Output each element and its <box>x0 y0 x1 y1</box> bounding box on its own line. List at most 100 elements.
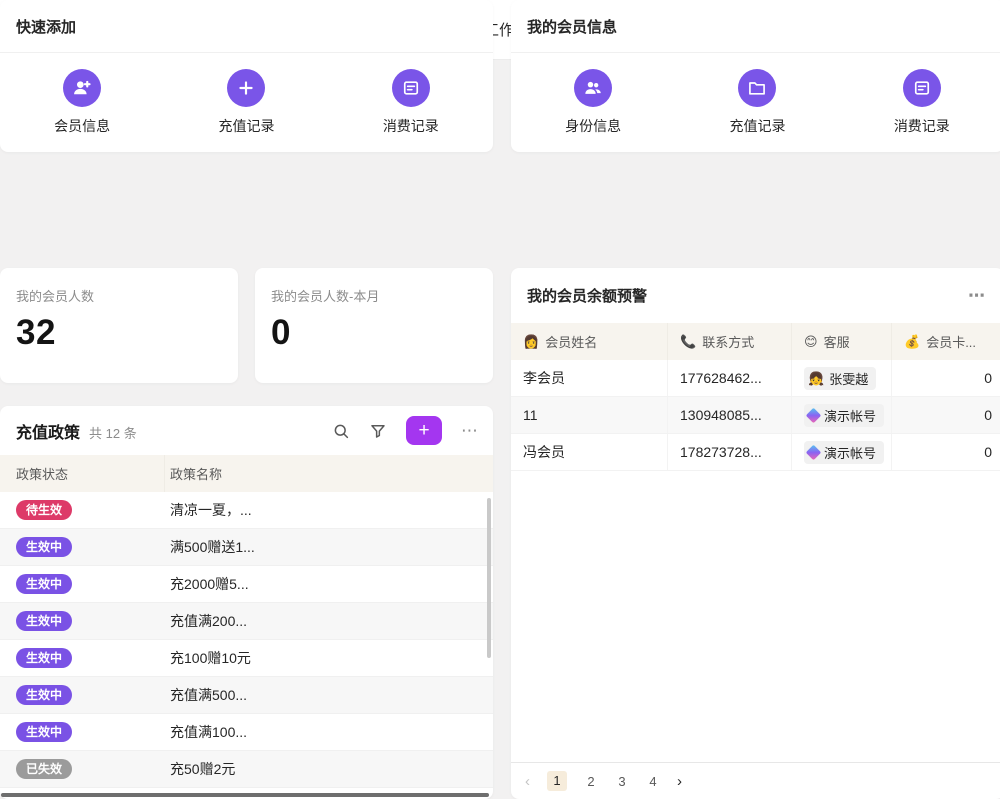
prev-page-button[interactable]: ‹ <box>525 773 530 790</box>
plus-icon <box>227 69 265 107</box>
quick-item-label: 身份信息 <box>565 116 621 136</box>
balance-table-header: 👩 会员姓名 📞 联系方式 😊 客服 💰 会员卡... <box>511 323 1000 360</box>
card-title: 我的会员信息 <box>527 16 617 37</box>
receipt-icon <box>903 69 941 107</box>
column-header-member-name: 👩 会员姓名 <box>511 323 668 360</box>
contact-cell: 177628462... <box>668 360 792 396</box>
agent-name: 张雯越 <box>829 369 868 388</box>
column-label: 会员姓名 <box>545 332 597 351</box>
quick-item-label: 充值记录 <box>729 116 785 136</box>
add-policy-button[interactable]: + <box>406 416 442 445</box>
column-header-agent: 😊 客服 <box>792 323 892 360</box>
page-4-button[interactable]: 4 <box>646 774 660 789</box>
policy-name: 充值满200... <box>165 603 493 639</box>
member-name-cell: 冯会员 <box>511 434 668 470</box>
stat-label: 我的会员人数-本月 <box>271 286 477 305</box>
status-badge: 已失效 <box>16 759 72 779</box>
contact-cell: 178273728... <box>668 434 792 470</box>
policy-name: 充2000赠5... <box>165 566 493 602</box>
search-icon <box>332 422 350 440</box>
member-recharge-record[interactable]: 充值记录 <box>729 69 785 136</box>
person-emoji-icon: 👩 <box>523 334 539 350</box>
card-title: 我的会员余额预警 <box>527 285 647 306</box>
policy-row[interactable]: 已失效 充50赠2元 <box>0 751 493 788</box>
table-footer-divider <box>511 762 1000 763</box>
horizontal-scrollbar[interactable] <box>1 793 489 797</box>
policy-row[interactable]: 生效中 充值满200... <box>0 603 493 640</box>
agent-cell: 👧 张雯越 <box>792 360 892 396</box>
policy-name: 充50赠2元 <box>165 751 493 787</box>
stat-value: 32 <box>16 313 222 353</box>
recharge-policy-card: 充值政策 共 12 条 + ⋯ 政策状态 政策名称 待生效 清凉一夏，... 生… <box>0 406 493 799</box>
member-info-card-header: 我的会员信息 <box>511 0 1000 53</box>
more-options-button[interactable]: ⋯ <box>461 422 479 439</box>
page-1-button[interactable]: 1 <box>547 771 567 791</box>
pagination: ‹ 1 2 3 4 › <box>525 771 682 791</box>
folder-icon <box>738 69 776 107</box>
member-identity-info[interactable]: 身份信息 <box>565 69 621 136</box>
balance-alert-card: 我的会员余额预警 ⋯ 👩 会员姓名 📞 联系方式 😊 客服 💰 会员卡... 李… <box>511 268 1000 799</box>
status-badge: 生效中 <box>16 611 72 631</box>
phone-emoji-icon: 📞 <box>680 334 696 350</box>
column-label: 联系方式 <box>702 332 754 351</box>
policy-row[interactable]: 生效中 满500赠送1... <box>0 529 493 566</box>
balance-cell: 0 <box>892 360 1000 396</box>
quick-add-consume-record[interactable]: 消费记录 <box>383 69 439 136</box>
status-badge: 生效中 <box>16 648 72 668</box>
agent-cell: 演示帐号 <box>792 434 892 470</box>
member-add-icon <box>63 69 101 107</box>
status-badge: 生效中 <box>16 537 72 557</box>
vertical-scrollbar[interactable] <box>487 498 491 658</box>
agent-tag: 👧 张雯越 <box>804 367 876 390</box>
filter-button[interactable] <box>369 422 387 440</box>
balance-table-row[interactable]: 冯会员 178273728... 演示帐号 0 <box>511 434 1000 471</box>
smiley-emoji-icon: 😊 <box>804 334 818 350</box>
quick-item-label: 消费记录 <box>383 116 439 136</box>
column-header-policy-name: 政策名称 <box>165 455 493 492</box>
policy-name: 清凉一夏，... <box>165 492 493 528</box>
customer-service-dashboard: 客服工作台 ⌄ 快速添加 会员信息 充值记录 <box>0 0 1000 799</box>
balance-cell: 0 <box>892 434 1000 470</box>
page-3-button[interactable]: 3 <box>615 774 629 789</box>
policy-name: 充100赠10元 <box>165 640 493 676</box>
stat-card-member-count-month: 我的会员人数-本月 0 <box>255 268 493 383</box>
column-header-contact: 📞 联系方式 <box>668 323 792 360</box>
next-page-button[interactable]: › <box>677 773 682 790</box>
contact-cell: 130948085... <box>668 397 792 433</box>
policy-row[interactable]: 生效中 充2000赠5... <box>0 566 493 603</box>
more-options-button[interactable]: ⋯ <box>968 287 986 304</box>
agent-tag: 演示帐号 <box>804 404 884 427</box>
quick-add-recharge-record[interactable]: 充值记录 <box>218 69 274 136</box>
stat-card-member-count: 我的会员人数 32 <box>0 268 238 383</box>
policy-toolbar: + ⋯ <box>332 416 479 445</box>
member-name-cell: 11 <box>511 397 668 433</box>
receipt-icon <box>392 69 430 107</box>
policy-row[interactable]: 生效中 充100赠10元 <box>0 640 493 677</box>
policy-table-header: 政策状态 政策名称 <box>0 455 493 492</box>
balance-table-row[interactable]: 李会员 177628462... 👧 张雯越 0 <box>511 360 1000 397</box>
card-title: 快速添加 <box>16 16 76 37</box>
recharge-policy-header: 充值政策 共 12 条 + ⋯ <box>0 406 493 455</box>
stat-label: 我的会员人数 <box>16 286 222 305</box>
quick-add-member-info[interactable]: 会员信息 <box>54 69 110 136</box>
people-icon <box>574 69 612 107</box>
agent-avatar-icon: 👧 <box>808 372 824 385</box>
page-2-button[interactable]: 2 <box>584 774 598 789</box>
quick-item-label: 充值记录 <box>218 116 274 136</box>
demo-account-logo-icon <box>806 407 822 423</box>
policy-row[interactable]: 生效中 充值满100... <box>0 714 493 751</box>
agent-tag: 演示帐号 <box>804 441 884 464</box>
stat-value: 0 <box>271 313 477 353</box>
policy-row[interactable]: 待生效 清凉一夏，... <box>0 492 493 529</box>
member-consume-record[interactable]: 消费记录 <box>894 69 950 136</box>
agent-name: 演示帐号 <box>824 443 876 462</box>
card-title: 充值政策 <box>16 419 80 443</box>
status-badge: 生效中 <box>16 574 72 594</box>
policy-row[interactable]: 生效中 充值满500... <box>0 677 493 714</box>
status-badge: 生效中 <box>16 722 72 742</box>
policy-name: 充值满100... <box>165 714 493 750</box>
balance-table-row[interactable]: 11 130948085... 演示帐号 0 <box>511 397 1000 434</box>
search-button[interactable] <box>332 422 350 440</box>
policy-name: 满500赠送1... <box>165 529 493 565</box>
column-label: 会员卡... <box>926 332 976 351</box>
